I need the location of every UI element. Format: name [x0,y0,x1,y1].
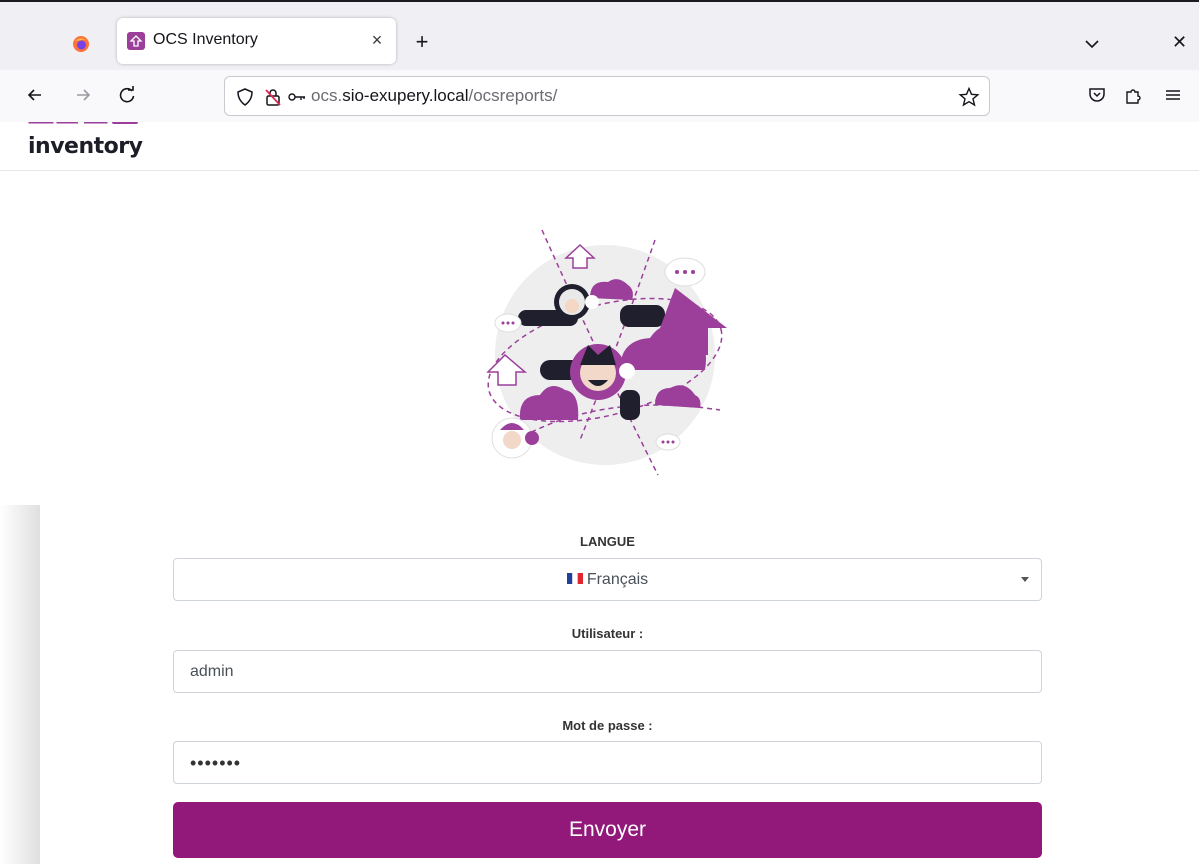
language-label: LANGUE [580,534,635,549]
extensions-puzzle-icon[interactable] [1122,84,1144,106]
password-value: ••••••• [190,753,242,773]
ocs-favicon [127,32,145,50]
window-close-icon[interactable]: ✕ [1172,32,1187,53]
chevron-down-icon [1021,577,1029,582]
url-host: sio-exupery.local [342,86,469,105]
url-text[interactable]: ocs.sio-exupery.local/ocsreports/ [311,86,557,106]
username-value: admin [190,663,234,680]
language-select[interactable]: Français [173,558,1042,601]
url-path: /ocsreports/ [468,86,558,105]
pocket-icon[interactable] [1086,84,1108,106]
browser-nav-bar: ocs.sio-exupery.local/ocsreports/ [0,70,1199,123]
url-bar[interactable]: ocs.sio-exupery.local/ocsreports/ [224,76,990,116]
list-tabs-chevron-down-icon[interactable] [1082,34,1102,54]
user-label: Utilisateur : [571,626,644,641]
new-tab-plus-icon[interactable]: + [410,30,434,54]
firefox-icon[interactable] [72,35,90,53]
back-arrow-left-icon[interactable] [24,84,46,106]
tab-title: OCS Inventory [153,31,258,48]
page-header: inventory [0,122,1199,171]
language-select-value: Français [174,559,1041,600]
permissions-key-icon[interactable] [287,87,307,107]
forward-arrow-right-icon[interactable] [72,84,94,106]
hero-illustration [486,229,727,476]
url-prefix: ocs. [311,86,343,105]
insecure-lock-slash-icon[interactable] [263,87,283,107]
side-shadow [0,505,40,864]
bookmark-star-icon[interactable] [958,86,980,108]
reload-icon[interactable] [116,84,138,106]
username-field[interactable]: admin [173,650,1042,693]
password-field[interactable]: ••••••• [173,741,1042,784]
password-label: Mot de passe : [562,718,653,733]
french-flag-icon [566,572,583,584]
browser-tab-bar: OCS Inventory × + ✕ [0,0,1199,70]
submit-button[interactable]: Envoyer [173,802,1042,858]
tracking-shield-icon[interactable] [235,87,255,107]
ocs-logo[interactable]: inventory [28,122,168,168]
hamburger-menu-icon[interactable] [1162,84,1184,106]
browser-tab-active[interactable]: OCS Inventory × [117,18,396,64]
close-tab-icon[interactable]: × [365,28,389,52]
language-value: Français [586,571,649,588]
logo-text: inventory [28,134,143,159]
